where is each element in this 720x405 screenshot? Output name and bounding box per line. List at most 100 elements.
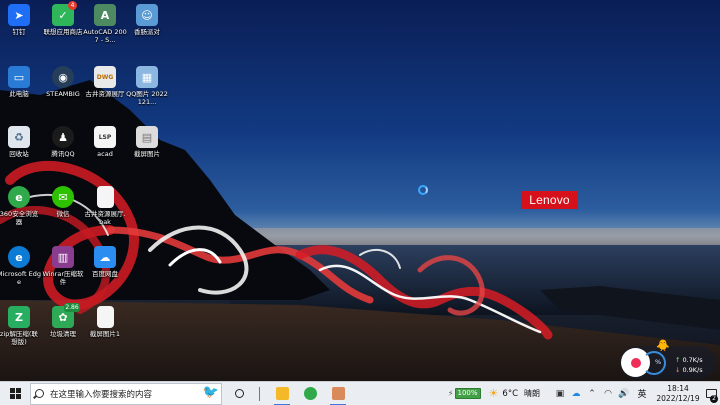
desktop-icon-junk-cleaner[interactable]: ✿ 2.86 垃圾清理: [41, 303, 85, 338]
desktop-icon-label: acad: [97, 150, 113, 158]
download-arrow-icon: ↓: [675, 366, 681, 374]
zip-extract-icon: Z: [8, 306, 30, 328]
system-tray: ⚡ 100% ☀ 6°C 晴朗 ▣ ☁ ⌃ ◠ 🔊 英 18:14 2022/1…: [448, 382, 720, 405]
desktop-icon-label: 古井资源展厅.bak: [84, 210, 126, 226]
desktop-icon-lenovo-app-store[interactable]: ✓ 4 联想应用商店: [41, 1, 85, 36]
desktop-icon-label: 截屏图片1: [89, 330, 121, 338]
desktop-icon-autocad[interactable]: A AutoCAD 2007 - S...: [83, 4, 127, 44]
desktop-icon-label: 微信: [56, 210, 70, 218]
cloud-sync-icon[interactable]: ☁: [568, 389, 584, 399]
desktop-icon-label: 香肠派对: [134, 28, 160, 36]
weather-condition: 晴朗: [524, 389, 540, 398]
desktop-icon-qq-image[interactable]: ▦ QQ图片 2022121...: [125, 66, 169, 106]
desktop-icon-label: AutoCAD 2007 - S...: [83, 28, 127, 44]
autocad-icon: A: [94, 4, 116, 26]
desktop-icon-microsoft-edge[interactable]: e Microsoft Edge: [0, 246, 41, 286]
360-browser-taskbar-icon: [303, 387, 317, 400]
lisp-file-icon: LSP: [94, 126, 116, 148]
junk-cleaner-icon: ✿ 2.86: [52, 303, 80, 328]
weather-temperature: 6°C: [502, 388, 518, 399]
tea-app-taskbar-icon: [331, 387, 345, 400]
upload-speed-value: 0.7K/s: [682, 356, 703, 364]
memory-percent-symbol: %: [655, 358, 662, 366]
download-speed-value: 0.9K/s: [682, 366, 703, 374]
desktop-icon-label: 垃圾清理: [50, 330, 76, 338]
desktop-icon-tencent-qq[interactable]: ♟ 腾讯QQ: [41, 126, 85, 158]
desktop-icon-label: 此电脑: [9, 90, 29, 98]
desktop-icon-label: 腾讯QQ: [51, 150, 75, 158]
sausage-party-icon: ☺: [136, 4, 158, 26]
volume-icon[interactable]: 🔊: [616, 389, 632, 399]
desktop-icon-sausage-party[interactable]: ☺ 香肠派对: [125, 4, 169, 36]
clock-date: 2022/12/19: [656, 393, 700, 403]
desktop-icon-label: QQ图片 2022121...: [126, 90, 168, 106]
desktop-icon-dwg-file[interactable]: DWG 古井资源展厅: [83, 66, 127, 98]
desktop-icon-acad-lisp[interactable]: LSP acad: [83, 126, 127, 158]
input-method-indicator[interactable]: 英: [634, 387, 650, 400]
windows-logo-icon: [9, 388, 21, 399]
task-view-button[interactable]: [250, 382, 268, 405]
desktop-icon-label: 古井资源展厅: [85, 90, 125, 98]
charging-plug-icon: ⚡: [447, 389, 454, 398]
taskbar-app-tea[interactable]: [324, 382, 352, 405]
desktop-icon-label: Microsoft Edge: [0, 270, 42, 286]
desktop-icon-360-browser[interactable]: e 360安全浏览器: [0, 186, 41, 226]
show-hidden-icons-chevron-icon[interactable]: ⌃: [584, 389, 600, 399]
desktop-icon-screenshot[interactable]: ▤ 截屏图片: [125, 126, 169, 158]
baidu-netdisk-icon: ☁: [94, 246, 116, 268]
desktop-icon-label: 百度网盘: [92, 270, 118, 278]
steam-icon: ◉: [52, 66, 74, 88]
battery-indicator[interactable]: ⚡ 100%: [448, 388, 481, 399]
screenshot-image-icon: ▤: [136, 126, 158, 148]
desktop-icon-dingtalk[interactable]: ➤ 钉钉: [0, 4, 41, 36]
cortana-button[interactable]: [228, 382, 250, 405]
taskbar-clock[interactable]: 18:14 2022/12/19: [654, 384, 702, 404]
desktop-icon-label: zip解压缩(联想版): [0, 330, 38, 346]
desktop-icon-label: 截屏图片: [134, 150, 160, 158]
cortana-ring-icon: [234, 389, 244, 398]
desktop-icon-label: 联想应用商店: [43, 28, 83, 36]
desktop-icon-steambig[interactable]: ◉ STEAMBIG: [41, 66, 85, 98]
360-browser-icon: e: [8, 186, 30, 208]
desktop-icon-this-pc[interactable]: ▭ 此电脑: [0, 66, 41, 98]
qq-penguin-icon: ♟: [52, 126, 74, 148]
desktop-icon-wechat[interactable]: ✉ 微信: [41, 186, 85, 218]
desktop-icon-label: 360安全浏览器: [0, 210, 39, 226]
task-view-divider-icon: [258, 386, 260, 401]
desktop-icon-zip-extract[interactable]: Z zip解压缩(联想版): [0, 306, 41, 346]
search-highlight-bird-icon: 🐦: [202, 384, 219, 400]
weather-widget[interactable]: ☀ 6°C 晴朗: [489, 387, 540, 400]
file-explorer-icon: [275, 387, 289, 400]
busy-cursor-icon: [418, 185, 428, 195]
wechat-icon: ✉: [52, 186, 74, 208]
upload-arrow-icon: ↑: [675, 356, 681, 364]
clock-time: 18:14: [667, 383, 689, 393]
widget-mascot-icon: 🐥: [656, 339, 670, 352]
desktop-icon-recycle-bin[interactable]: ♻ 回收站: [0, 126, 41, 158]
download-speed: ↓ 0.9K/s: [675, 366, 703, 374]
weather-sun-icon: ☀: [488, 387, 499, 400]
desktop-icon-label: Winrar压缩软件: [42, 270, 84, 286]
desktop-icon-label: STEAMBIG: [46, 90, 80, 98]
cleaner-size-badge: 2.86: [64, 303, 80, 312]
taskbar-search-box[interactable]: 在这里输入你要搜索的内容 🐦: [30, 382, 222, 405]
lenovo-logo: Lenovo: [521, 191, 578, 209]
desktop-icon-bak-file[interactable]: 古井资源展厅.bak: [83, 186, 127, 226]
winrar-icon: ▥: [52, 246, 74, 268]
action-center-button[interactable]: 2: [702, 382, 720, 405]
blank-file-icon: [96, 306, 114, 328]
taskbar: 在这里输入你要搜索的内容 🐦 ⚡ 100% ☀ 6°C 晴朗 ▣ ☁ ⌃ ◠ 🔊…: [0, 381, 720, 405]
desktop-icon-screenshot-1[interactable]: 截屏图片1: [83, 306, 127, 338]
recycle-bin-icon: ♻: [8, 126, 30, 148]
search-placeholder: 在这里输入你要搜索的内容: [50, 389, 153, 400]
taskbar-app-file-explorer[interactable]: [268, 382, 296, 405]
desktop-icon-baidu-netdisk[interactable]: ☁ 百度网盘: [83, 246, 127, 278]
battery-percent: 100%: [454, 388, 481, 399]
lenovo-app-store-icon: ✓ 4: [52, 1, 77, 26]
wifi-icon[interactable]: ◠: [600, 389, 616, 399]
screenshot-tool-icon[interactable]: ▣: [552, 389, 568, 399]
taskbar-app-360-browser[interactable]: [296, 382, 324, 405]
desktop-icon-winrar[interactable]: ▥ Winrar压缩软件: [41, 246, 85, 286]
start-button[interactable]: [0, 382, 30, 405]
notification-badge: 4: [68, 1, 77, 10]
